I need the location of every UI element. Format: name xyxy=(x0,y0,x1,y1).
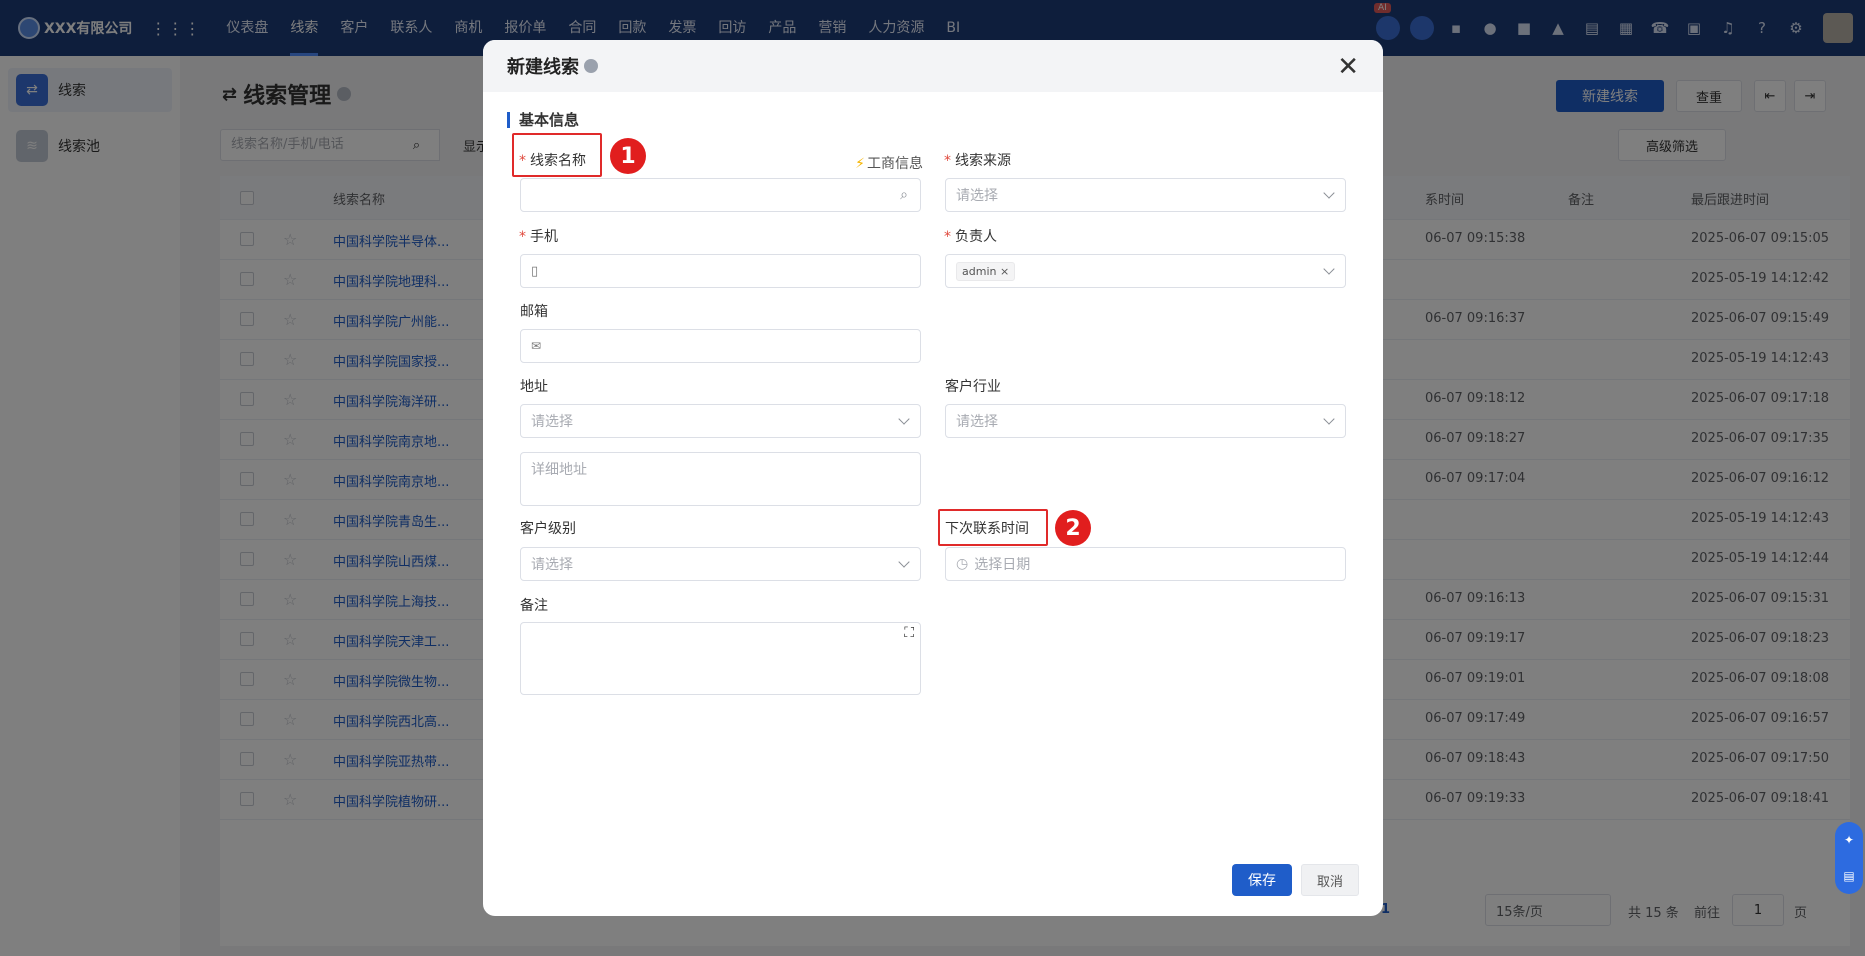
highlight-box-2 xyxy=(938,509,1048,546)
customer-level-select[interactable]: 请选择 xyxy=(520,547,921,581)
step-badge-1: 1 xyxy=(610,138,646,174)
mobile-label: * 手机 xyxy=(519,229,558,245)
bolt-icon: ⚡ xyxy=(855,156,865,172)
remark-textarea[interactable]: ⛶ xyxy=(520,622,921,695)
chevron-down-icon xyxy=(1323,263,1335,275)
chevron-down-icon xyxy=(1323,413,1335,425)
lead-source-select[interactable]: 请选择 xyxy=(945,178,1346,212)
mail-icon: ✉ xyxy=(531,339,542,353)
address-detail-input[interactable]: 详细地址 xyxy=(520,452,921,506)
section-title: 基本信息 xyxy=(507,112,579,128)
dialog-title: 新建线索 xyxy=(507,57,579,78)
address-label: 地址 xyxy=(520,379,548,395)
chevron-down-icon xyxy=(1323,187,1335,199)
phone-icon: ▯ xyxy=(531,263,539,279)
save-button[interactable]: 保存 xyxy=(1232,864,1292,896)
email-label: 邮箱 xyxy=(520,304,548,320)
customer-level-label: 客户级别 xyxy=(520,521,576,537)
clock-icon: ◷ xyxy=(956,556,969,572)
next-contact-date-picker[interactable]: ◷ 选择日期 xyxy=(945,547,1346,581)
floating-toolbar[interactable]: ✦ ▤ xyxy=(1835,822,1863,894)
tool-icon[interactable]: ✦ xyxy=(1844,833,1854,847)
owner-tag[interactable]: admin × xyxy=(956,261,1016,281)
new-lead-dialog: 新建线索 ✕ 基本信息 * 线索名称 ⚡ 工商信息 ⌕ * 线索来源 请选择 * 手机 … xyxy=(483,40,1383,916)
close-icon[interactable]: ✕ xyxy=(1337,52,1359,82)
fullscreen-icon[interactable]: ⛶ xyxy=(904,625,914,641)
dialog-header: 新建线索 ✕ xyxy=(483,40,1383,92)
lead-name-input[interactable]: ⌕ xyxy=(520,178,921,212)
address-select[interactable]: 请选择 xyxy=(520,404,921,438)
industry-select[interactable]: 请选择 xyxy=(945,404,1346,438)
form-icon[interactable]: ▤ xyxy=(1843,869,1854,883)
cancel-button[interactable]: 取消 xyxy=(1301,864,1359,896)
industry-label: 客户行业 xyxy=(945,379,1001,395)
help-icon[interactable] xyxy=(584,59,598,73)
owner-select[interactable]: admin × xyxy=(945,254,1346,288)
lead-source-label: * 线索来源 xyxy=(944,153,1011,169)
highlight-box-1 xyxy=(512,133,602,177)
search-icon[interactable]: ⌕ xyxy=(900,187,908,203)
chevron-down-icon xyxy=(898,556,910,568)
step-badge-2: 2 xyxy=(1055,510,1091,546)
email-input[interactable]: ✉ xyxy=(520,329,921,363)
business-info-link[interactable]: ⚡ 工商信息 xyxy=(855,153,923,173)
chevron-down-icon xyxy=(898,413,910,425)
mobile-input[interactable]: ▯ xyxy=(520,254,921,288)
remark-label: 备注 xyxy=(520,598,548,614)
owner-label: * 负责人 xyxy=(944,229,997,245)
